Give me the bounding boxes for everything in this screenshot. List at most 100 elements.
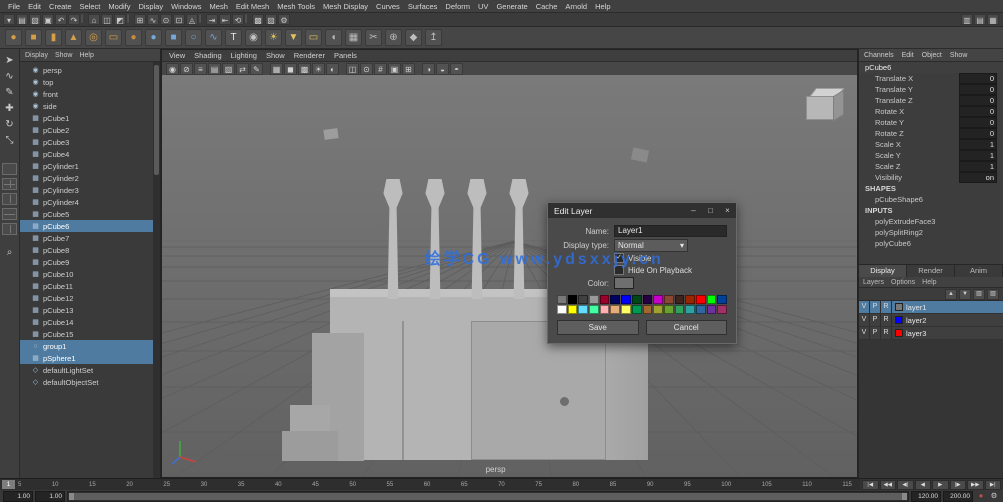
channel-value-field[interactable]: 1: [959, 150, 997, 161]
palette-swatch[interactable]: [589, 305, 599, 314]
viewport-menu-show[interactable]: Show: [266, 51, 285, 60]
layer-color-swatch[interactable]: [895, 303, 903, 311]
channel-value-field[interactable]: 0: [959, 106, 997, 117]
animation-start-field[interactable]: 1.00: [3, 491, 33, 502]
zoom-tool[interactable]: ⌕: [2, 245, 18, 261]
open-scene-icon[interactable]: ▧: [29, 14, 41, 25]
sidebar-tool-settings-icon[interactable]: ▤: [974, 14, 986, 25]
isolate-select-icon[interactable]: ⊙: [360, 63, 373, 75]
palette-swatch[interactable]: [685, 305, 695, 314]
snap-to-curve-icon[interactable]: ∿: [147, 14, 159, 25]
channel-value-field[interactable]: 0: [959, 95, 997, 106]
palette-swatch[interactable]: [664, 305, 674, 314]
palette-swatch[interactable]: [610, 295, 620, 304]
move-layer-down-icon[interactable]: ▼: [959, 289, 971, 300]
channel-value-field[interactable]: on: [959, 172, 997, 183]
snap-to-grid-icon[interactable]: ⊞: [134, 14, 146, 25]
ambient-occlusion-icon[interactable]: ◓: [450, 63, 463, 75]
maximize-button[interactable]: □: [702, 203, 719, 218]
poly-cylinder-icon[interactable]: ▮: [45, 29, 62, 46]
layout-single-pane[interactable]: [2, 163, 17, 175]
outliner-item[interactable]: ▦pCube7: [20, 232, 153, 244]
viewport-menu-renderer[interactable]: Renderer: [294, 51, 325, 60]
dialog-title-bar[interactable]: Edit Layer – □ ×: [548, 203, 736, 218]
layer-editor-tab-anim[interactable]: Anim: [955, 265, 1003, 277]
save-button[interactable]: Save: [557, 320, 639, 335]
lasso-tool[interactable]: ∿: [2, 69, 18, 85]
layer-toggle-v[interactable]: V: [859, 327, 870, 339]
menu-uv[interactable]: UV: [474, 2, 492, 11]
outliner-menu-display[interactable]: Display: [25, 52, 48, 59]
bookmarks-icon[interactable]: ▤: [208, 63, 221, 75]
lock-camera-icon[interactable]: ⊘: [180, 63, 193, 75]
poly-torus-icon[interactable]: ◎: [85, 29, 102, 46]
outliner-item[interactable]: ◉front: [20, 88, 153, 100]
palette-swatch[interactable]: [632, 295, 642, 304]
outliner-item[interactable]: ▦pCylinder1: [20, 160, 153, 172]
animation-preferences-icon[interactable]: ⚙: [988, 491, 1000, 501]
outliner-item[interactable]: ▦pCylinder3: [20, 184, 153, 196]
channel-value-field[interactable]: 0: [959, 84, 997, 95]
safe-title-icon[interactable]: ⊞: [402, 63, 415, 75]
outliner-item[interactable]: ◉persp: [20, 64, 153, 76]
animation-end-field[interactable]: 200.00: [943, 491, 973, 502]
outliner-item[interactable]: ◉side: [20, 100, 153, 112]
palette-swatch[interactable]: [717, 295, 727, 304]
select-hierarchy-icon[interactable]: ⌂: [88, 14, 100, 25]
layer-toggle-r[interactable]: R: [881, 314, 892, 326]
layer-toggle-p[interactable]: P: [870, 327, 881, 339]
input-node-name[interactable]: polyCube6: [859, 238, 1003, 249]
range-slider-bar[interactable]: [69, 493, 907, 500]
save-scene-icon[interactable]: ▣: [42, 14, 54, 25]
poly-disc-icon[interactable]: ●: [125, 29, 142, 46]
current-color-swatch[interactable]: [614, 277, 634, 289]
outliner-item[interactable]: ▦pSphere1: [20, 352, 153, 364]
palette-swatch[interactable]: [653, 305, 663, 314]
multi-cut-icon[interactable]: ✂: [365, 29, 382, 46]
palette-swatch[interactable]: [643, 295, 653, 304]
resolution-gate-icon[interactable]: #: [374, 63, 387, 75]
range-slider-right-handle[interactable]: [902, 493, 907, 500]
menu-surfaces[interactable]: Surfaces: [404, 2, 442, 11]
snap-to-point-icon[interactable]: ⊙: [160, 14, 172, 25]
menu-deform[interactable]: Deform: [441, 2, 474, 11]
outliner-item[interactable]: ▦pCube10: [20, 268, 153, 280]
play-forward-button[interactable]: ▶: [932, 480, 949, 490]
palette-swatch[interactable]: [600, 305, 610, 314]
outliner-item[interactable]: ▦pCube9: [20, 256, 153, 268]
outliner-item[interactable]: ▦pCube4: [20, 148, 153, 160]
channel-value-field[interactable]: 0: [959, 73, 997, 84]
ipr-render-icon[interactable]: ▨: [265, 14, 277, 25]
palette-swatch[interactable]: [675, 305, 685, 314]
go-to-end-button[interactable]: ▶|: [985, 480, 1002, 490]
layout-two-horizontal[interactable]: [2, 208, 17, 220]
palette-swatch[interactable]: [675, 295, 685, 304]
gate-mask-icon[interactable]: ▣: [388, 63, 401, 75]
poly-plane-icon[interactable]: ▭: [105, 29, 122, 46]
view-cube-side-face[interactable]: [833, 90, 844, 122]
palette-swatch[interactable]: [653, 295, 663, 304]
palette-swatch[interactable]: [664, 295, 674, 304]
outliner-item[interactable]: ▦pCylinder4: [20, 196, 153, 208]
outliner-item[interactable]: ▦pCube8: [20, 244, 153, 256]
channel-value-field[interactable]: 1: [959, 161, 997, 172]
channelbox-menu-edit[interactable]: Edit: [902, 52, 914, 59]
outliner-item[interactable]: ▦pCylinder2: [20, 172, 153, 184]
palette-swatch[interactable]: [643, 305, 653, 314]
poly-sphere-icon[interactable]: ●: [5, 29, 22, 46]
palette-swatch[interactable]: [568, 295, 578, 304]
layer-toggle-v[interactable]: V: [859, 314, 870, 326]
move-tool[interactable]: ✚: [2, 101, 18, 117]
viewport-menu-panels[interactable]: Panels: [334, 51, 357, 60]
close-button[interactable]: ×: [719, 203, 736, 218]
palette-swatch[interactable]: [632, 305, 642, 314]
wireframe-icon[interactable]: ▦: [270, 63, 283, 75]
palette-swatch[interactable]: [578, 305, 588, 314]
playback-start-field[interactable]: 1.00: [35, 491, 65, 502]
outliner-item[interactable]: ◇defaultObjectSet: [20, 376, 153, 388]
channelbox-menu-channels[interactable]: Channels: [864, 52, 894, 59]
palette-swatch[interactable]: [707, 295, 717, 304]
viewport-menu-view[interactable]: View: [169, 51, 185, 60]
outliner-scrollbar[interactable]: [153, 62, 160, 478]
select-camera-icon[interactable]: ◉: [166, 63, 179, 75]
